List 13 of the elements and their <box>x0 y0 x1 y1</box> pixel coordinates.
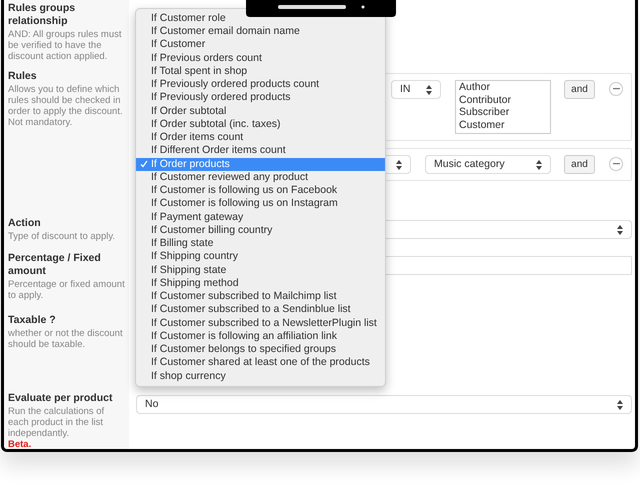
field-description: Run the calculations of each product in the list independantly. <box>8 406 106 439</box>
field-description: Percentage or fixed amount to apply. <box>8 279 125 301</box>
field-description: Allows you to define which rules should be checked in order to apply the discount. Not mandatory. <box>8 84 124 128</box>
beta-note: Beta. <box>8 439 32 449</box>
field-label: Action <box>8 217 42 230</box>
field-label: Rules <box>8 70 38 83</box>
field-description: Type of discount to apply. <box>8 231 116 242</box>
field-label: Evaluate per product <box>8 392 114 405</box>
field-description: AND: All groups rules must be verified to have the discount action applied. <box>8 29 123 62</box>
field-label: Taxable ? <box>8 314 57 327</box>
field-label: Rules groups relationship <box>8 2 76 28</box>
field-label: Percentage / Fixed amount <box>8 252 102 278</box>
field-description: whether or not the discount should be taxable. <box>8 328 124 350</box>
